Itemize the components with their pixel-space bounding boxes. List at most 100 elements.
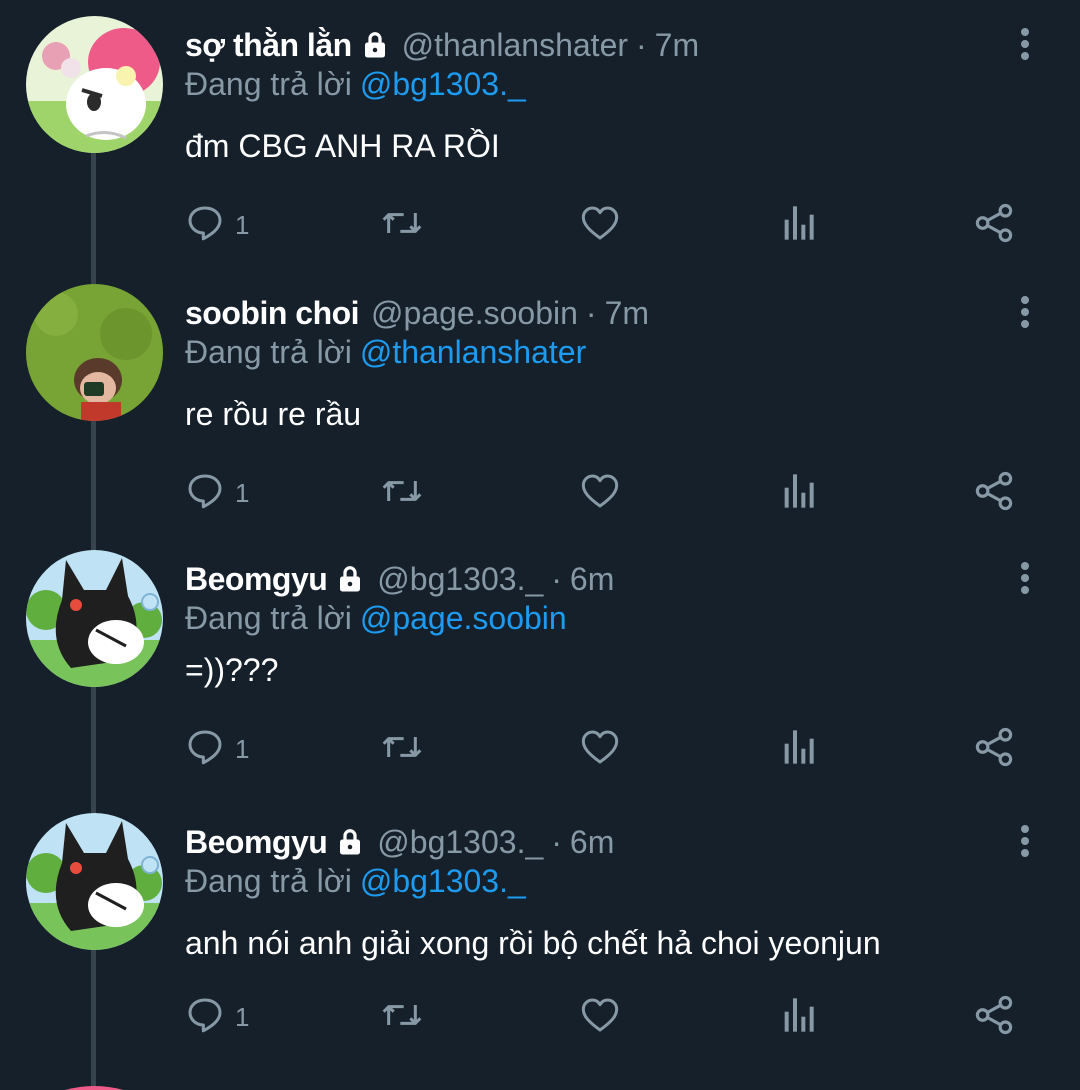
tweet[interactable]: soobin choi @page.soobin · 7m Đang trả l… xyxy=(0,284,1080,538)
tweet-actions: 1 xyxy=(185,724,1035,774)
retweet-icon xyxy=(380,471,424,516)
heart-icon xyxy=(580,203,620,248)
lock-icon xyxy=(335,564,365,594)
tweet[interactable]: Beomgyu @bg1303._ · 6m Đang trả lời @bg13… xyxy=(0,813,1080,1067)
avatar-black-bunny[interactable] xyxy=(26,550,163,687)
avatar-black-bunny[interactable] xyxy=(26,813,163,950)
avatar-next-partial[interactable] xyxy=(26,1080,163,1090)
timestamp[interactable]: 7m xyxy=(605,295,649,332)
handle[interactable]: @bg1303._ xyxy=(377,561,543,598)
more-vertical-icon[interactable] xyxy=(1010,24,1040,64)
share-button[interactable] xyxy=(973,992,1015,1042)
tweet[interactable]: Beomgyu @bg1303._ · 6m Đang trả lời @page… xyxy=(0,550,1080,804)
reply-mention-link[interactable]: @bg1303._ xyxy=(360,66,526,102)
reply-button[interactable]: 1 xyxy=(185,724,249,774)
timestamp[interactable]: 7m xyxy=(655,27,699,64)
lock-icon xyxy=(335,827,365,857)
avatar-pink-bunny[interactable] xyxy=(26,16,163,153)
analytics-button[interactable] xyxy=(780,468,816,518)
tweet[interactable]: sợ thằn lằn @thanlanshater · 7m Đang trả… xyxy=(0,16,1080,270)
share-icon xyxy=(973,202,1015,249)
more-vertical-icon[interactable] xyxy=(1010,292,1040,332)
share-icon xyxy=(973,994,1015,1041)
lock-icon xyxy=(360,30,390,60)
like-button[interactable] xyxy=(580,724,620,774)
reply-count: 1 xyxy=(235,209,250,240)
separator-dot: · xyxy=(551,560,562,597)
replying-to-label: Đang trả lời xyxy=(185,334,352,370)
handle[interactable]: @thanlanshater xyxy=(402,27,628,64)
like-button[interactable] xyxy=(580,200,620,250)
reply-count: 1 xyxy=(235,1001,250,1032)
share-icon xyxy=(973,726,1015,773)
reply-mention-link[interactable]: @page.soobin xyxy=(360,600,567,636)
tweet-header: sợ thằn lằn @thanlanshater · 7m xyxy=(185,20,699,70)
reply-mention-link[interactable]: @thanlanshater xyxy=(360,334,586,370)
retweet-icon xyxy=(380,727,424,772)
replying-to-label: Đang trả lời xyxy=(185,600,352,636)
tweet-actions: 1 xyxy=(185,200,1035,250)
separator-dot: · xyxy=(585,294,597,331)
reply-count: 1 xyxy=(235,733,250,764)
retweet-icon xyxy=(380,203,424,248)
share-button[interactable] xyxy=(973,468,1015,518)
reply-icon xyxy=(185,727,225,772)
tweet-text: =))??? xyxy=(185,652,279,688)
analytics-button[interactable] xyxy=(780,200,816,250)
tweet-text: đm CBG ANH RA RỒI xyxy=(185,128,500,164)
separator-dot: · xyxy=(636,26,647,63)
analytics-icon xyxy=(780,995,816,1040)
separator-dot: · xyxy=(551,823,562,860)
share-button[interactable] xyxy=(973,724,1015,774)
replying-to: Đang trả lời @bg1303._ xyxy=(185,66,526,103)
replying-to: Đang trả lời @thanlanshater xyxy=(185,334,586,371)
handle[interactable]: @page.soobin xyxy=(371,295,578,332)
timestamp[interactable]: 6m xyxy=(570,824,614,861)
retweet-button[interactable] xyxy=(380,724,424,774)
replying-to-label: Đang trả lời xyxy=(185,66,352,102)
tweet-header: Beomgyu @bg1303._ · 6m xyxy=(185,817,614,867)
reply-icon xyxy=(185,203,225,248)
handle[interactable]: @bg1303._ xyxy=(377,824,543,861)
replying-to: Đang trả lời @page.soobin xyxy=(185,600,567,637)
analytics-icon xyxy=(780,727,816,772)
tweet-header: Beomgyu @bg1303._ · 6m xyxy=(185,554,614,604)
tweet-text: re rồu re rầu xyxy=(185,396,362,432)
reply-icon xyxy=(185,995,225,1040)
more-vertical-icon[interactable] xyxy=(1010,558,1040,598)
more-vertical-icon[interactable] xyxy=(1010,821,1040,861)
replying-to: Đang trả lời @bg1303._ xyxy=(185,863,526,900)
analytics-button[interactable] xyxy=(780,724,816,774)
reply-icon xyxy=(185,471,225,516)
display-name[interactable]: Beomgyu xyxy=(185,561,328,598)
analytics-icon xyxy=(780,203,816,248)
retweet-button[interactable] xyxy=(380,992,424,1042)
tweet-actions: 1 xyxy=(185,468,1035,518)
tweet-text: anh nói anh giải xong rồi bộ chết hả cho… xyxy=(185,925,881,961)
avatar-grass-photo[interactable] xyxy=(26,284,163,421)
retweet-icon xyxy=(380,995,424,1040)
display-name[interactable]: soobin choi xyxy=(185,295,360,332)
reply-button[interactable]: 1 xyxy=(185,200,249,250)
display-name[interactable]: Beomgyu xyxy=(185,824,328,861)
timestamp[interactable]: 6m xyxy=(570,561,614,598)
tweet-header: soobin choi @page.soobin · 7m xyxy=(185,288,649,338)
reply-button[interactable]: 1 xyxy=(185,468,249,518)
retweet-button[interactable] xyxy=(380,468,424,518)
replying-to-label: Đang trả lời xyxy=(185,863,352,899)
like-button[interactable] xyxy=(580,468,620,518)
reply-count: 1 xyxy=(235,477,250,508)
analytics-icon xyxy=(780,471,816,516)
heart-icon xyxy=(580,727,620,772)
reply-mention-link[interactable]: @bg1303._ xyxy=(360,863,526,899)
tweet-actions: 1 xyxy=(185,992,1035,1042)
like-button[interactable] xyxy=(580,992,620,1042)
heart-icon xyxy=(580,995,620,1040)
analytics-button[interactable] xyxy=(780,992,816,1042)
display-name[interactable]: sợ thằn lằn xyxy=(185,27,352,64)
heart-icon xyxy=(580,471,620,516)
share-icon xyxy=(973,470,1015,517)
share-button[interactable] xyxy=(973,200,1015,250)
retweet-button[interactable] xyxy=(380,200,424,250)
reply-button[interactable]: 1 xyxy=(185,992,249,1042)
